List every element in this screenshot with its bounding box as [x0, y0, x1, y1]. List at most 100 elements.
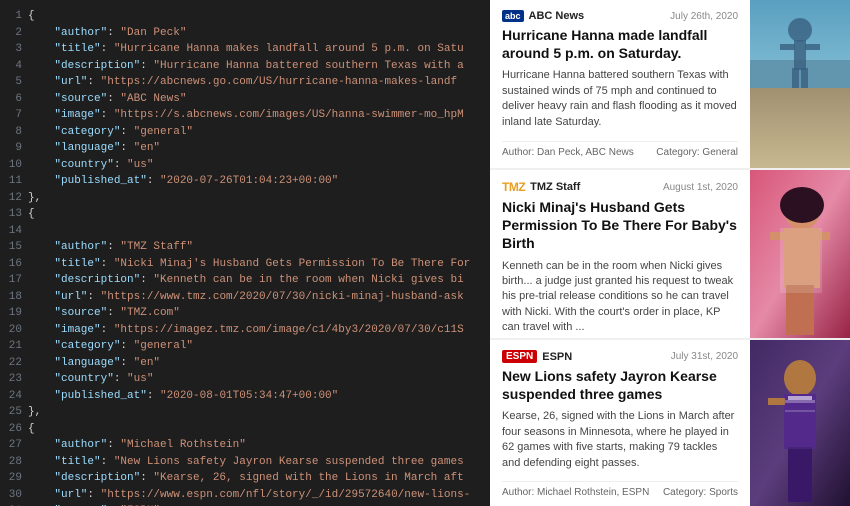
- card-date: July 26th, 2020: [670, 11, 738, 22]
- line-number: 16: [0, 256, 22, 273]
- source-logo-badge: ESPN: [502, 350, 537, 363]
- news-panel: abc ABC News July 26th, 2020 Hurricane Hann…: [490, 0, 850, 506]
- code-panel: 1234567891011121314151617181920212223242…: [0, 0, 490, 506]
- source-name: ESPN: [542, 351, 572, 363]
- card-header: ESPN ESPN July 31st, 2020: [502, 350, 738, 363]
- line-number: 21: [0, 338, 22, 355]
- card-header: TMZ TMZ Staff August 1st, 2020: [502, 180, 738, 194]
- card-title: Nicki Minaj's Husband Gets Permission To…: [502, 198, 738, 253]
- card-image-placeholder: [750, 0, 850, 168]
- line-number: 23: [0, 371, 22, 388]
- code-line: "author": "TMZ Staff": [28, 239, 490, 256]
- card-description: Kearse, 26, signed with the Lions in Mar…: [502, 409, 738, 475]
- news-card: abc ABC News July 26th, 2020 Hurricane Hann…: [490, 0, 850, 168]
- card-description: Hurricane Hanna battered southern Texas …: [502, 68, 738, 135]
- code-line: "author": "Dan Peck": [28, 25, 490, 42]
- code-line: "country": "us": [28, 157, 490, 174]
- code-line: "language": "en": [28, 140, 490, 157]
- card-image: [750, 340, 850, 506]
- source-logo-badge: abc: [502, 10, 524, 22]
- code-line: "title": "Hurricane Hanna makes landfall…: [28, 41, 490, 58]
- line-number: 6: [0, 91, 22, 108]
- line-number: 15: [0, 239, 22, 256]
- card-content: ESPN ESPN July 31st, 2020 New Lions safety …: [490, 340, 750, 506]
- line-number: 22: [0, 355, 22, 372]
- line-number: 24: [0, 388, 22, 405]
- source-name: TMZ Staff: [530, 181, 580, 193]
- code-line: "description": "Kearse, 26, signed with …: [28, 470, 490, 487]
- line-number: 14: [0, 223, 22, 240]
- code-line: "image": "https://s.abcnews.com/images/U…: [28, 107, 490, 124]
- card-image-placeholder: [750, 170, 850, 338]
- code-line: "image": "https://imagez.tmz.com/image/c…: [28, 322, 490, 339]
- source-logo: abc ABC News: [502, 10, 584, 22]
- line-number: 20: [0, 322, 22, 339]
- source-logo: ESPN ESPN: [502, 350, 572, 363]
- code-line: "category": "general": [28, 124, 490, 141]
- line-number: 26: [0, 421, 22, 438]
- source-logo: TMZ TMZ Staff: [502, 180, 580, 194]
- line-number: 3: [0, 41, 22, 58]
- card-content: abc ABC News July 26th, 2020 Hurricane Hann…: [490, 0, 750, 168]
- card-author: Author: Dan Peck, ABC News: [502, 147, 634, 158]
- card-image: [750, 170, 850, 338]
- line-number: 7: [0, 107, 22, 124]
- card-footer: Author: Michael Rothstein, ESPN Category:…: [502, 481, 738, 498]
- card-category: Category: General: [656, 147, 738, 158]
- line-number: 4: [0, 58, 22, 75]
- line-numbers: 1234567891011121314151617181920212223242…: [0, 0, 28, 506]
- line-number: 1: [0, 8, 22, 25]
- card-description: Kenneth can be in the room when Nicki gi…: [502, 259, 738, 336]
- card-image: [750, 0, 850, 168]
- line-number: 2: [0, 25, 22, 42]
- code-line: {: [28, 421, 490, 438]
- code-line: },: [28, 404, 490, 421]
- line-number: 12: [0, 190, 22, 207]
- code-line: },: [28, 190, 490, 207]
- card-date: August 1st, 2020: [663, 182, 738, 193]
- news-card: ESPN ESPN July 31st, 2020 New Lions safety …: [490, 340, 850, 506]
- code-line: "description": "Kenneth can be in the ro…: [28, 272, 490, 289]
- line-number: 19: [0, 305, 22, 322]
- line-number: 27: [0, 437, 22, 454]
- card-author: Author: Michael Rothstein, ESPN: [502, 487, 649, 498]
- card-title: Hurricane Hanna made landfall around 5 p…: [502, 26, 738, 62]
- line-number: 9: [0, 140, 22, 157]
- line-number: 13: [0, 206, 22, 223]
- card-header: abc ABC News July 26th, 2020: [502, 10, 738, 22]
- code-line: "title": "Nicki Minaj's Husband Gets Per…: [28, 256, 490, 273]
- code-line: "published_at": "2020-08-01T05:34:47+00:…: [28, 388, 490, 405]
- line-number: 10: [0, 157, 22, 174]
- code-line: "country": "us": [28, 371, 490, 388]
- code-line: "url": "https://abcnews.go.com/US/hurric…: [28, 74, 490, 91]
- code-line: "author": "Michael Rothstein": [28, 437, 490, 454]
- line-number: 17: [0, 272, 22, 289]
- code-line: "published_at": "2020-07-26T01:04:23+00:…: [28, 173, 490, 190]
- line-number: 8: [0, 124, 22, 141]
- source-logo-badge: TMZ: [502, 180, 525, 194]
- code-line: {: [28, 206, 490, 223]
- line-number: 29: [0, 470, 22, 487]
- card-title: New Lions safety Jayron Kearse suspended…: [502, 367, 738, 403]
- code-line: "description": "Hurricane Hanna battered…: [28, 58, 490, 75]
- code-line: [28, 223, 490, 240]
- code-line: {: [28, 8, 490, 25]
- card-date: July 31st, 2020: [671, 351, 738, 362]
- code-line: "source": "ABC News": [28, 91, 490, 108]
- code-line: "title": "New Lions safety Jayron Kearse…: [28, 454, 490, 471]
- line-number: 28: [0, 454, 22, 471]
- news-card: TMZ TMZ Staff August 1st, 2020 Nicki Minaj'…: [490, 170, 850, 338]
- code-content: { "author": "Dan Peck" "title": "Hurrica…: [28, 0, 490, 506]
- card-image-placeholder: [750, 340, 850, 506]
- code-line: "language": "en": [28, 355, 490, 372]
- source-name: ABC News: [529, 10, 585, 22]
- card-footer: Author: Dan Peck, ABC News Category: Gene…: [502, 141, 738, 158]
- card-category: Category: Sports: [663, 487, 738, 498]
- line-number: 11: [0, 173, 22, 190]
- line-number: 5: [0, 74, 22, 91]
- line-number: 25: [0, 404, 22, 421]
- line-number: 30: [0, 487, 22, 504]
- line-number: 18: [0, 289, 22, 306]
- code-line: "url": "https://www.tmz.com/2020/07/30/n…: [28, 289, 490, 306]
- code-line: "category": "general": [28, 338, 490, 355]
